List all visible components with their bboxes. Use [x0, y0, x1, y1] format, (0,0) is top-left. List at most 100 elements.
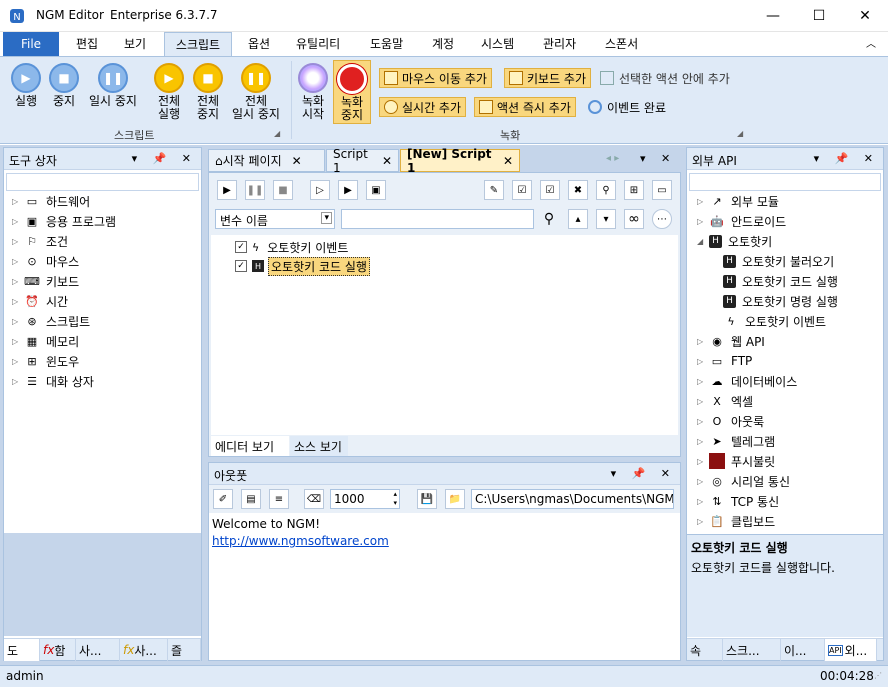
menu-edit[interactable]: 편집 [76, 35, 98, 52]
expand-arrow-icon[interactable]: ▷ [12, 277, 24, 286]
tab-images[interactable]: 이... [781, 639, 825, 661]
toolbox-category[interactable]: ▷ ⊞ 윈도우 [12, 351, 79, 371]
tab-toolbox[interactable]: 도 [4, 639, 40, 661]
api-tree-item[interactable]: ϟ 오토핫키 이벤트 [723, 311, 826, 331]
menu-account[interactable]: 계정 [432, 35, 454, 52]
tab-start-page[interactable]: ⌂ 시작 페이지 ✕ [208, 149, 325, 172]
toolbox-category[interactable]: ▷ ▣ 응용 프로그램 [12, 211, 116, 231]
expand-arrow-icon[interactable]: ▷ [12, 237, 24, 246]
record-stop-button[interactable]: 녹화 중지 [333, 60, 371, 124]
clear-filter-icon[interactable]: ✐ [213, 489, 233, 509]
toolbox-category[interactable]: ▷ ⊛ 스크립트 [12, 311, 90, 331]
more-icon[interactable]: ⋯ [652, 209, 672, 229]
api-tree-item[interactable]: ▷ O 아웃룩 [697, 411, 764, 431]
ngm-link[interactable]: http://www.ngmsoftware.com [212, 534, 389, 548]
check-icon[interactable]: ☑ [540, 180, 560, 200]
menu-lines-icon[interactable]: ≡ [269, 489, 289, 509]
menu-utility[interactable]: 유틸리티 [296, 35, 340, 52]
expand-arrow-icon[interactable]: ▷ [697, 517, 709, 526]
list-item[interactable]: ✓ ϟ 오토핫키 이벤트 [235, 238, 348, 256]
step-icon[interactable]: ▷ [310, 180, 330, 200]
toolbox-category[interactable]: ▷ ⊙ 마우스 [12, 251, 79, 271]
expand-arrow-icon[interactable]: ▷ [12, 317, 24, 326]
expand-arrow-icon[interactable]: ◢ [697, 237, 709, 246]
api-tree-item[interactable]: ▷ ◉ 웹 API [697, 331, 765, 351]
stop-all-button[interactable]: ■ 전체 중지 [191, 63, 225, 121]
close-button[interactable]: ✕ [842, 0, 888, 32]
api-tree-item[interactable]: ▷ ⇅ TCP 통신 [697, 491, 779, 511]
move-up-icon[interactable]: ▴ [568, 209, 588, 229]
add-mouse-move-button[interactable]: 마우스 이동 추가 [379, 68, 492, 88]
document-icon[interactable]: ▤ [241, 489, 261, 509]
tab-new-script1[interactable]: [New] Script 1 ✕ [400, 147, 520, 175]
menu-system[interactable]: 시스템 [481, 35, 514, 52]
api-search-input[interactable] [689, 173, 881, 191]
panel-tools[interactable]: ▾ 📌 ✕ [611, 467, 676, 480]
loop-icon[interactable]: ∞ [624, 209, 644, 229]
checkbox-checked[interactable]: ✓ [235, 241, 247, 253]
api-tree-item[interactable]: H 오토핫키 불러오기 [723, 251, 834, 271]
stop-button[interactable]: ■ 중지 [48, 63, 80, 108]
close-icon[interactable]: ✕ [503, 154, 513, 168]
tab-scroll-left-icon[interactable]: ◂ ▸ [606, 153, 619, 164]
resize-grip-icon[interactable]: ⋰ [874, 671, 882, 680]
expand-arrow-icon[interactable]: ▷ [12, 357, 24, 366]
tab-user-functions[interactable]: fx 사... [120, 639, 168, 661]
toolbox-search-input[interactable] [6, 173, 199, 191]
panel-tools[interactable]: ▾ 📌 ✕ [814, 152, 879, 165]
toolbox-category[interactable]: ▷ ▦ 메모리 [12, 331, 79, 351]
tab-user[interactable]: 사... [76, 639, 120, 661]
add-realtime-button[interactable]: 실시간 추가 [379, 97, 467, 117]
dialog-launcher-icon[interactable]: ◢ [274, 129, 280, 138]
pause-button[interactable]: ❚❚ 일시 중지 [86, 63, 140, 108]
api-tree-item[interactable]: ▷ X 엑셀 [697, 391, 753, 411]
list-item[interactable]: ✓ H 오토핫키 코드 실행 [235, 256, 370, 276]
toolbox-category[interactable]: ▷ ⌨ 키보드 [12, 271, 79, 291]
expand-arrow-icon[interactable]: ▷ [697, 437, 709, 446]
dialog-launcher-icon[interactable]: ◢ [737, 129, 743, 138]
api-tree-item[interactable]: ▷ 🤖 안드로이드 [697, 211, 786, 231]
edit-icon[interactable]: ✎ [484, 180, 504, 200]
api-tree-item[interactable]: ◢ H 오토핫키 [697, 231, 772, 251]
toolbox-category[interactable]: ▷ ⏰ 시간 [12, 291, 68, 311]
close-icon[interactable]: ✕ [382, 154, 392, 168]
expand-arrow-icon[interactable]: ▷ [697, 217, 709, 226]
api-tree-item[interactable]: H 오토핫키 코드 실행 [723, 271, 838, 291]
save-icon[interactable]: 💾 [417, 489, 437, 509]
expand-arrow-icon[interactable]: ▷ [12, 197, 24, 206]
pause-icon[interactable]: ❚❚ [245, 180, 265, 200]
menu-script[interactable]: 스크립트 [164, 32, 232, 56]
computer-icon[interactable]: ▭ [652, 180, 672, 200]
variable-select[interactable]: 변수 이름 ▾ [215, 209, 335, 229]
pause-all-button[interactable]: ❚❚ 전체 일시 중지 [229, 63, 283, 121]
panel-tools[interactable]: ▾ 📌 ✕ [132, 152, 197, 165]
api-tree-item[interactable]: ▷ ■ 푸시불릿 [697, 451, 775, 471]
record-start-button[interactable]: 녹화 시작 [298, 63, 328, 121]
expand-arrow-icon[interactable]: ▷ [697, 477, 709, 486]
api-tree-item[interactable]: ▷ ▭ FTP [697, 351, 752, 371]
add-action-now-button[interactable]: 액션 즉시 추가 [474, 97, 576, 117]
maximize-button[interactable]: ☐ [796, 0, 842, 32]
api-tree-item[interactable]: ▷ 📋 클립보드 [697, 511, 775, 531]
checkbox-checked[interactable]: ✓ [235, 260, 247, 272]
collapse-ribbon-icon[interactable]: ︿ [866, 35, 876, 50]
tab-external-api[interactable]: API 외... [825, 639, 877, 661]
variable-value-input[interactable] [341, 209, 534, 229]
run-button[interactable]: ▶ 실행 [10, 63, 42, 108]
tab-scripts[interactable]: 스크... [723, 639, 781, 661]
menu-file[interactable]: File [3, 32, 59, 56]
expand-arrow-icon[interactable]: ▷ [697, 457, 709, 466]
expand-arrow-icon[interactable]: ▷ [697, 197, 709, 206]
tab-properties[interactable]: 속 [687, 639, 723, 661]
menu-options[interactable]: 옵션 [248, 35, 270, 52]
api-tree-item[interactable]: ▷ ☁ 데이터베이스 [697, 371, 797, 391]
minimize-button[interactable]: — [750, 0, 796, 32]
expand-arrow-icon[interactable]: ▷ [12, 217, 24, 226]
expand-arrow-icon[interactable]: ▷ [12, 297, 24, 306]
eraser-icon[interactable]: ⌫ [304, 489, 324, 509]
add-keyboard-button[interactable]: 키보드 추가 [504, 68, 592, 88]
panel-tools[interactable]: ▾ ✕ [640, 152, 676, 165]
expand-arrow-icon[interactable]: ▷ [697, 417, 709, 426]
run-selected-icon[interactable]: ▣ [366, 180, 386, 200]
tab-editor-view[interactable]: 에디터 보기 [211, 436, 289, 456]
